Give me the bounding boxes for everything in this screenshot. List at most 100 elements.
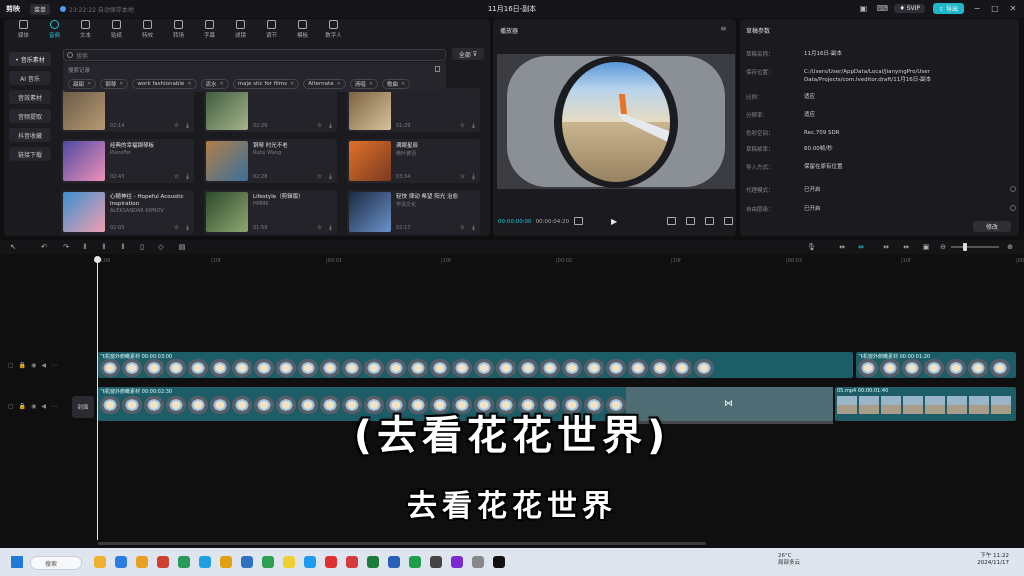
music-card[interactable]: 铜琴 时光不老 Ruby Wang 02:28 ☆ ⤓ <box>204 139 337 183</box>
close-icon[interactable]: ✕ <box>119 81 123 87</box>
music-card[interactable]: Lifestyle（剪辑版） HMMK 01:59 ☆ ⤓ <box>204 190 337 234</box>
timeline-ruler[interactable]: 00:00 |10f |00:01 |10f |00:02 |10f |00:03 |10f |… <box>96 258 1024 268</box>
play-icon[interactable]: ▶ <box>611 217 617 226</box>
track-toggle-icon[interactable]: ▢ <box>8 362 14 369</box>
tab-2[interactable]: 文本 <box>70 20 101 42</box>
filter-all-button[interactable]: 全部 ⊽ <box>452 48 484 60</box>
svip-button[interactable]: ♦ SVIP <box>894 4 926 13</box>
search-input[interactable]: 搜索 <box>63 49 446 61</box>
tab-10[interactable]: 数字人 <box>318 20 349 42</box>
trash-icon[interactable] <box>435 66 440 72</box>
star-icon[interactable]: ☆ <box>316 122 323 129</box>
download-icon[interactable]: ⤓ <box>327 224 334 231</box>
zoom-slider[interactable] <box>951 243 999 251</box>
taskbar-app-icon[interactable] <box>388 556 400 568</box>
download-icon[interactable]: ⤓ <box>327 122 334 129</box>
download-icon[interactable]: ⤓ <box>470 224 477 231</box>
taskbar-app-icon[interactable] <box>283 556 295 568</box>
crop-icon[interactable] <box>686 217 695 225</box>
link-icon[interactable]: ⇹ <box>838 243 846 251</box>
taskbar-app-icon[interactable] <box>157 556 169 568</box>
star-icon[interactable]: ☆ <box>173 173 180 180</box>
select-tool-icon[interactable]: ↖ <box>9 243 17 251</box>
modify-button[interactable]: 修改 <box>973 221 1011 232</box>
search-history-chip[interactable]: 清唱 ✕ <box>349 79 379 89</box>
split-icon[interactable]: ⫴ <box>81 243 89 251</box>
download-icon[interactable]: ⤓ <box>327 173 334 180</box>
star-icon[interactable]: ☆ <box>459 122 466 129</box>
export-button[interactable]: ⇪ 导出 <box>933 3 964 14</box>
more-icon[interactable]: ⋯ <box>51 362 57 369</box>
maximize-icon[interactable]: □ <box>990 4 1000 13</box>
close-icon[interactable]: ✕ <box>87 81 91 87</box>
tab-8[interactable]: 调节 <box>256 20 287 42</box>
ratio-icon[interactable] <box>705 217 714 225</box>
star-icon[interactable]: ☆ <box>173 224 180 231</box>
taskbar-app-icon[interactable] <box>367 556 379 568</box>
taskbar-app-icon[interactable] <box>346 556 358 568</box>
taskbar-app-icon[interactable] <box>409 556 421 568</box>
download-icon[interactable]: ⤓ <box>470 173 477 180</box>
search-history-chip[interactable]: Alternate ✕ <box>303 79 346 89</box>
microphone-icon[interactable]: 🎙 <box>807 243 816 251</box>
info-icon[interactable] <box>1010 205 1016 211</box>
audio-icon[interactable]: ◀ <box>41 362 46 369</box>
tab-0[interactable]: 媒体 <box>8 20 39 42</box>
download-icon[interactable]: ⤓ <box>470 122 477 129</box>
video-clip[interactable]: 飞机窗外俯瞰素材 00:00:01:20 <box>856 352 1016 378</box>
minimize-icon[interactable]: − <box>972 4 982 13</box>
close-icon[interactable]: ✕ <box>1008 4 1018 13</box>
taskbar-app-icon[interactable] <box>430 556 442 568</box>
close-icon[interactable]: ✕ <box>401 81 405 87</box>
undo-icon[interactable]: ↶ <box>40 243 48 251</box>
taskbar-app-icon[interactable] <box>94 556 106 568</box>
info-icon[interactable] <box>1010 186 1016 192</box>
taskbar-app-icon[interactable] <box>115 556 127 568</box>
windows-start-icon[interactable] <box>11 556 23 568</box>
music-card[interactable]: 心随神往 - Hopeful Acoustic Inspiration ALEKS… <box>61 190 194 234</box>
taskbar-app-icon[interactable] <box>199 556 211 568</box>
close-icon[interactable]: ✕ <box>290 81 294 87</box>
sidebar-item-0[interactable]: • 音乐素材 <box>9 52 51 66</box>
tab-1[interactable]: 音频 <box>39 20 70 42</box>
close-icon[interactable]: ✕ <box>337 81 341 87</box>
zoom-slider-handle[interactable] <box>963 243 967 251</box>
timeline-scrollbar[interactable] <box>98 542 706 545</box>
eye-icon[interactable]: ◉ <box>31 362 36 369</box>
taskbar-app-icon[interactable] <box>136 556 148 568</box>
taskbar-app-icon[interactable] <box>493 556 505 568</box>
sidebar-item-4[interactable]: 抖音收藏 <box>9 128 51 142</box>
taskbar-app-icon[interactable] <box>325 556 337 568</box>
taskbar-search[interactable]: 搜索 <box>30 556 82 570</box>
taskbar-app-icon[interactable] <box>220 556 232 568</box>
screenshot-icon[interactable]: ▤ <box>178 243 186 251</box>
timeline-view-icon[interactable] <box>574 217 583 225</box>
fit-icon[interactable] <box>667 217 676 225</box>
search-history-chip[interactable]: 歌曲 ✕ <box>382 79 411 89</box>
search-history-chip[interactable]: work fashionable ✕ <box>132 79 197 89</box>
magnet-icon[interactable]: ⇹ <box>857 243 865 251</box>
search-history-chip[interactable]: 甜甜 ✕ <box>68 79 97 89</box>
delete-icon[interactable]: ▯ <box>138 243 146 251</box>
lock-icon[interactable]: 🔒 <box>19 362 26 369</box>
zoom-out-icon[interactable]: ⊖ <box>939 243 947 251</box>
tab-9[interactable]: 模板 <box>287 20 318 42</box>
sidebar-item-5[interactable]: 链接下载 <box>9 147 51 161</box>
video-clip[interactable]: 飞机窗外俯瞰素材 00:00:03:00 <box>98 352 853 378</box>
close-icon[interactable]: ✕ <box>187 81 191 87</box>
tab-3[interactable]: 贴纸 <box>101 20 132 42</box>
zoom-fit-icon[interactable]: ▣ <box>922 243 930 251</box>
music-card[interactable]: 轻快 律动 希望 阳光 治愈 学清文化 02:17 ☆ ⤓ <box>347 190 480 234</box>
taskbar-app-icon[interactable] <box>451 556 463 568</box>
player-menu-icon[interactable]: ≡ <box>720 24 727 33</box>
redo-icon[interactable]: ↷ <box>62 243 70 251</box>
music-card[interactable]: 02:14 ☆ ⤓ <box>61 88 194 132</box>
layout-icon[interactable]: ▣ <box>858 4 868 13</box>
video-preview[interactable] <box>497 54 735 189</box>
tab-7[interactable]: 滤镜 <box>225 20 256 42</box>
shortcuts-icon[interactable]: ⌨ <box>876 4 888 13</box>
taskbar-clock[interactable]: 下午 11:22 2024/11/17 <box>969 553 1009 567</box>
close-icon[interactable]: ✕ <box>369 81 373 87</box>
search-history-chip[interactable]: 流水 ✕ <box>200 79 229 89</box>
mark-icon[interactable]: ◇ <box>157 243 165 251</box>
